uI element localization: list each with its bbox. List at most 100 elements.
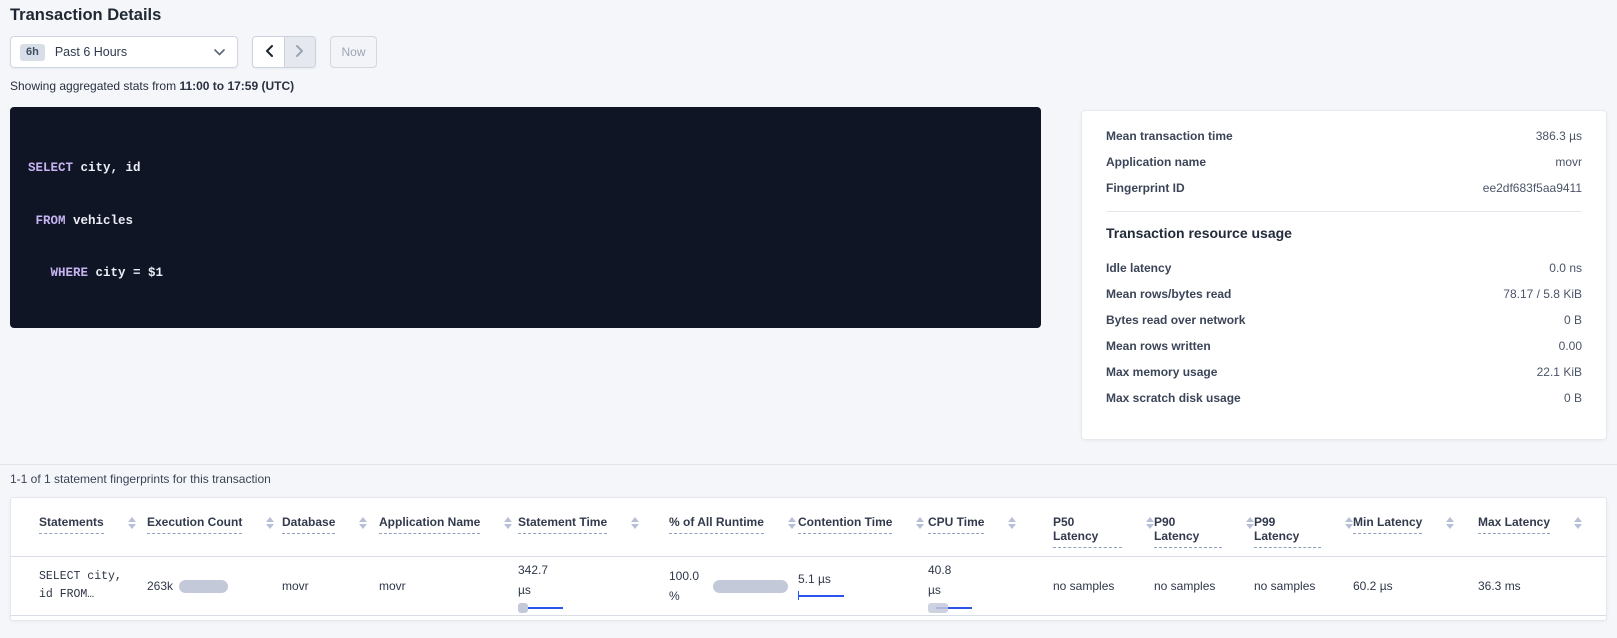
sql-keyword: WHERE xyxy=(51,266,89,280)
summary-label: Application name xyxy=(1106,155,1206,169)
sql-keyword: FROM xyxy=(36,214,66,228)
sort-icon[interactable] xyxy=(788,515,796,529)
column-label: CPU Time xyxy=(928,515,984,534)
cpu-time-cell: 40.8 µs xyxy=(928,560,1053,613)
summary-value: 0 B xyxy=(1564,391,1582,405)
column-header-cpu-time[interactable]: CPU Time xyxy=(928,515,1053,548)
column-label: Contention Time xyxy=(798,515,892,534)
sort-icon[interactable] xyxy=(916,515,924,529)
time-picker: 6h Past 6 Hours Now xyxy=(10,36,377,68)
summary-value: 386.3 µs xyxy=(1536,129,1582,143)
column-label: Statements xyxy=(39,515,104,534)
sort-icon[interactable] xyxy=(1246,515,1254,529)
column-header-execution-count[interactable]: Execution Count xyxy=(147,515,282,548)
runtime-value: 100.0 xyxy=(669,566,699,586)
column-header-application-name[interactable]: Application Name xyxy=(379,515,518,548)
statement-line: SELECT city, xyxy=(39,568,147,586)
column-label: Application Name xyxy=(379,515,480,534)
summary-label: Max memory usage xyxy=(1106,365,1217,379)
cpu-time-unit: µs xyxy=(928,580,1053,600)
summary-row-mean-transaction-time: Mean transaction time 386.3 µs xyxy=(1106,123,1582,149)
column-header-p99-latency[interactable]: P99 Latency xyxy=(1254,515,1353,548)
next-timeframe-button[interactable] xyxy=(284,37,315,67)
column-label: Database xyxy=(282,515,335,534)
column-label: Statement Time xyxy=(518,515,607,534)
summary-label: Fingerprint ID xyxy=(1106,181,1185,195)
column-header-database[interactable]: Database xyxy=(282,515,379,548)
summary-row-idle-latency: Idle latency 0.0 ns xyxy=(1106,255,1582,281)
summary-row-mean-rows-bytes-read: Mean rows/bytes read 78.17 / 5.8 KiB xyxy=(1106,281,1582,307)
time-range-dropdown[interactable]: 6h Past 6 Hours xyxy=(10,36,238,68)
aggregated-stats-caption: Showing aggregated stats from 11:00 to 1… xyxy=(10,79,294,93)
sort-icon[interactable] xyxy=(1446,515,1454,529)
column-header-max-latency[interactable]: Max Latency xyxy=(1478,515,1606,548)
p99-latency-cell: no samples xyxy=(1254,579,1353,593)
summary-divider xyxy=(1106,211,1582,212)
sql-line: FROM vehicles xyxy=(28,213,1023,231)
column-header-statements[interactable]: Statements xyxy=(39,515,147,548)
contention-time-cell: 5.1 µs xyxy=(798,572,928,600)
cpu-time-value: 40.8 xyxy=(928,560,1053,580)
execution-count-cell: 263k xyxy=(147,579,282,593)
statement-fingerprint-link[interactable]: SELECT city, id FROM… xyxy=(39,568,147,604)
runtime-unit: % xyxy=(669,586,699,606)
summary-value: 0.0 ns xyxy=(1549,261,1582,275)
mean-bar xyxy=(518,603,528,613)
contention-time-bar xyxy=(798,591,844,600)
summary-label: Idle latency xyxy=(1106,261,1171,275)
column-header-min-latency[interactable]: Min Latency xyxy=(1353,515,1478,548)
summary-label: Bytes read over network xyxy=(1106,313,1245,327)
sort-icon[interactable] xyxy=(1574,515,1582,529)
sort-icon[interactable] xyxy=(266,515,274,529)
column-header-p50-latency[interactable]: P50 Latency xyxy=(1053,515,1154,548)
summary-label: Max scratch disk usage xyxy=(1106,391,1241,405)
column-header-statement-time[interactable]: Statement Time xyxy=(518,515,669,548)
execution-count-value: 263k xyxy=(147,579,173,593)
now-button[interactable]: Now xyxy=(330,36,377,68)
column-label: P90 Latency xyxy=(1154,515,1222,548)
summary-value: movr xyxy=(1555,155,1582,169)
summary-value: 78.17 / 5.8 KiB xyxy=(1503,287,1582,301)
summary-row-max-memory-usage: Max memory usage 22.1 KiB xyxy=(1106,359,1582,385)
column-label: P99 Latency xyxy=(1254,515,1321,548)
sql-statement-box: SELECT city, id FROM vehicles WHERE city… xyxy=(10,107,1041,328)
transaction-details-page: Transaction Details 6h Past 6 Hours Now … xyxy=(0,0,1617,638)
application-name-cell: movr xyxy=(379,579,518,593)
statement-time-unit: µs xyxy=(518,580,669,600)
time-step-buttons xyxy=(252,36,316,68)
summary-row-application-name: Application name movr xyxy=(1106,149,1582,175)
statements-table: Statements Execution Count Database Appl… xyxy=(10,497,1607,621)
sql-text: city, id xyxy=(73,161,141,175)
mean-bar xyxy=(928,603,948,613)
sort-icon[interactable] xyxy=(1345,515,1353,529)
statement-time-bar xyxy=(518,603,568,613)
execution-count-bar xyxy=(179,580,228,593)
sql-line: SELECT city, id xyxy=(28,160,1023,178)
chevron-right-icon xyxy=(296,45,304,60)
column-header-p90-latency[interactable]: P90 Latency xyxy=(1154,515,1254,548)
statement-time-cell: 342.7 µs xyxy=(518,560,669,613)
statement-line: id FROM… xyxy=(39,586,147,604)
summary-value: 0 B xyxy=(1564,313,1582,327)
sql-keyword: SELECT xyxy=(28,161,73,175)
previous-timeframe-button[interactable] xyxy=(253,37,284,67)
max-latency-cell: 36.3 ms xyxy=(1478,579,1606,593)
chevron-down-icon xyxy=(214,43,225,61)
column-label: P50 Latency xyxy=(1053,515,1122,548)
sort-icon[interactable] xyxy=(1146,515,1154,529)
p50-latency-cell: no samples xyxy=(1053,579,1154,593)
statements-table-header: Statements Execution Count Database Appl… xyxy=(11,498,1606,557)
sort-icon[interactable] xyxy=(359,515,367,529)
sort-icon[interactable] xyxy=(631,515,639,529)
column-label: % of All Runtime xyxy=(669,515,764,534)
column-label: Min Latency xyxy=(1353,515,1422,534)
summary-label: Mean rows/bytes read xyxy=(1106,287,1231,301)
sort-icon[interactable] xyxy=(504,515,512,529)
p90-latency-cell: no samples xyxy=(1154,579,1254,593)
sort-icon[interactable] xyxy=(128,515,136,529)
min-latency-cell: 60.2 µs xyxy=(1353,579,1478,593)
column-header-percent-of-all-runtime[interactable]: % of All Runtime xyxy=(669,515,798,548)
column-header-contention-time[interactable]: Contention Time xyxy=(798,515,928,548)
sort-icon[interactable] xyxy=(1008,515,1016,529)
runtime-bar xyxy=(713,580,788,593)
